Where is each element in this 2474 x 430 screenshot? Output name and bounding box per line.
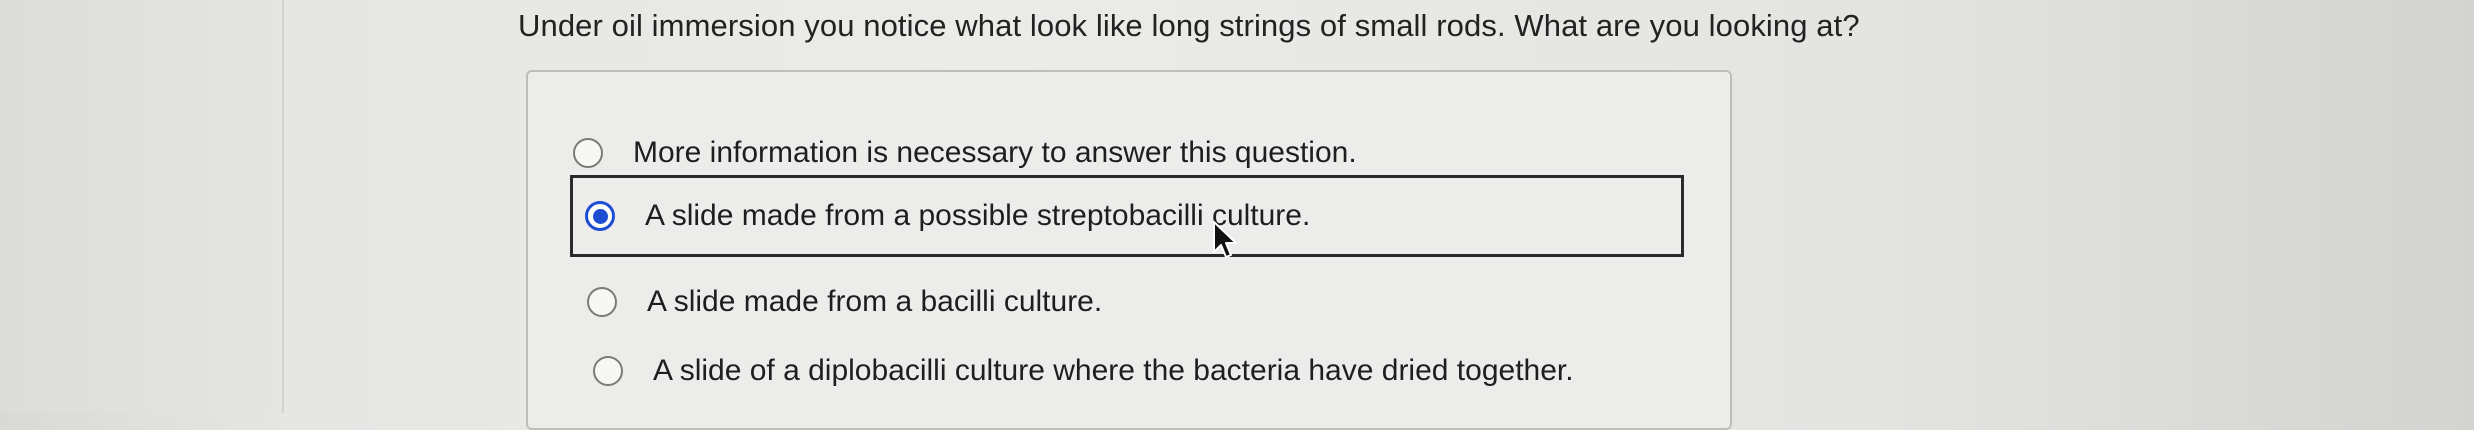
answer-option-4[interactable]: A slide of a diplobacilli culture where … [593, 352, 1574, 390]
radio-button-1[interactable] [573, 138, 603, 168]
answer-option-label-2: A slide made from a possible streptobaci… [645, 199, 1311, 232]
answer-option-label-4: A slide of a diplobacilli culture where … [653, 354, 1574, 387]
answer-option-1[interactable]: More information is necessary to answer … [573, 134, 1357, 172]
left-page-edge [0, 0, 284, 413]
question-text: Under oil immersion you notice what look… [518, 8, 1860, 43]
answer-option-2[interactable]: A slide made from a possible streptobaci… [570, 175, 1684, 257]
mouse-pointer-icon [1213, 221, 1237, 258]
answer-option-label-3: A slide made from a bacilli culture. [647, 285, 1103, 318]
radio-button-3[interactable] [587, 287, 617, 317]
answer-option-label-1: More information is necessary to answer … [633, 136, 1357, 169]
radio-button-4[interactable] [593, 356, 623, 386]
answer-option-3[interactable]: A slide made from a bacilli culture. [587, 283, 1102, 321]
radio-button-2-selected[interactable] [585, 201, 615, 231]
